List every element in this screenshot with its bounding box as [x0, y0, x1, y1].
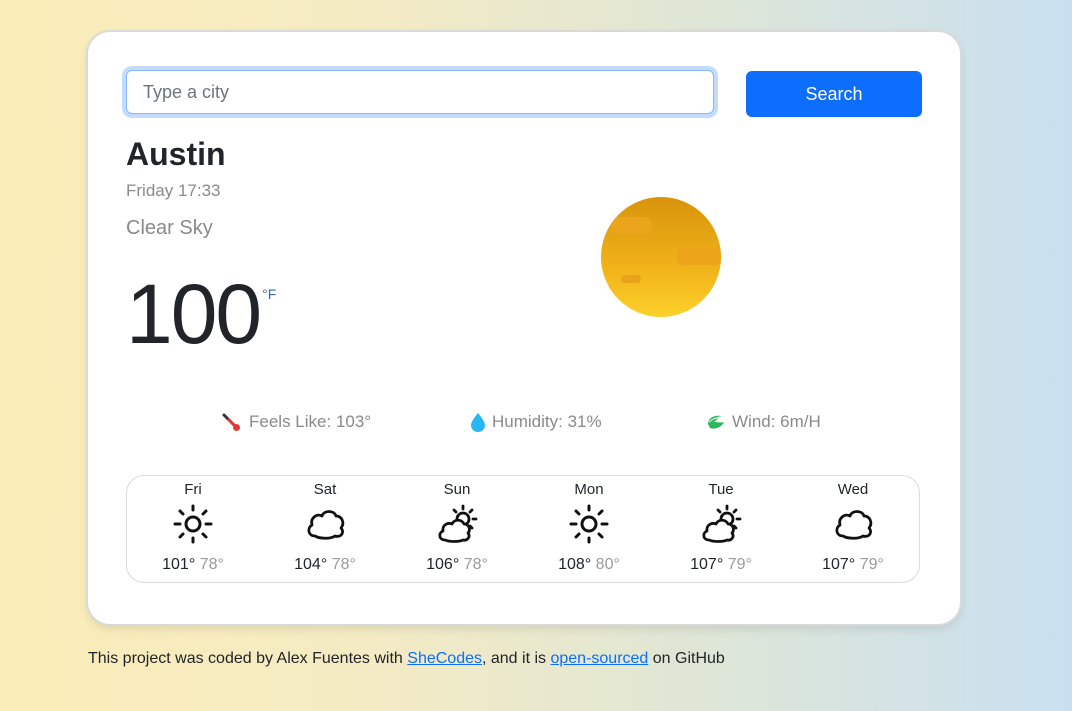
forecast-temps: 104° 78° — [294, 556, 356, 574]
forecast-day-name: Mon — [574, 481, 604, 498]
forecast-day-name: Wed — [837, 481, 869, 498]
leaf-wind-icon — [708, 415, 724, 429]
forecast-max: 108° — [558, 556, 592, 573]
wind-label: Wind: 6m/H — [732, 412, 821, 431]
temperature-unit[interactable]: °F — [262, 286, 276, 302]
forecast-day-name: Sun — [443, 481, 471, 498]
feels-like-label: Feels Like: 103° — [249, 412, 372, 431]
forecast-min: 78° — [463, 556, 488, 573]
city-search-input[interactable] — [126, 70, 714, 114]
forecast-day: Fri 101° 78° — [127, 476, 259, 582]
forecast-temps: 107° 79° — [690, 556, 752, 574]
forecast-day-name: Sat — [313, 481, 337, 498]
temperature-value: 100 — [126, 267, 262, 361]
forecast-day-name: Fri — [184, 481, 202, 498]
forecast-min: 78° — [199, 556, 224, 573]
forecast-min: 79° — [727, 556, 752, 573]
forecast-day-name: Tue — [708, 481, 734, 498]
current-temperature: 100 °F — [126, 272, 276, 356]
forecast-temps: 107° 79° — [822, 556, 884, 574]
github-link[interactable]: open-sourced — [550, 650, 648, 667]
footer-text: This project was coded by Alex Fuentes w… — [88, 650, 408, 667]
forecast-max: 104° — [294, 556, 328, 573]
forecast-max: 101° — [162, 556, 196, 573]
droplet-icon — [471, 413, 485, 432]
city-name: Austin — [126, 136, 226, 172]
sun-icon — [171, 502, 215, 546]
partly-cloudy-icon — [435, 502, 479, 546]
wind-stat: Wind: 6m/H — [706, 412, 821, 432]
forecast-day: Tue 107° 79° — [655, 476, 787, 582]
forecast-max: 106° — [426, 556, 460, 573]
forecast-min: 80° — [595, 556, 620, 573]
forecast-day: Sat 104° 78° — [259, 476, 391, 582]
humidity-stat: Humidity: 31% — [470, 412, 602, 432]
search-button[interactable]: Search — [746, 71, 922, 117]
forecast-max: 107° — [822, 556, 856, 573]
sun-icon — [567, 502, 611, 546]
footer: This project was coded by Alex Fuentes w… — [88, 650, 725, 668]
forecast-temps: 101° 78° — [162, 556, 224, 574]
shecodes-link[interactable]: SheCodes — [407, 650, 482, 667]
forecast-max: 107° — [690, 556, 724, 573]
forecast-min: 79° — [859, 556, 884, 573]
footer-text: , and it is — [481, 650, 551, 667]
thermometer-icon — [222, 413, 240, 431]
cloud-icon — [831, 502, 875, 546]
partly-cloudy-icon — [699, 502, 743, 546]
forecast-temps: 106° 78° — [426, 556, 488, 574]
forecast-temps: 108° 80° — [558, 556, 620, 574]
forecast-panel: Fri 101° 78° Sat 104° 78° Sun 106° 78° M… — [126, 475, 920, 583]
weather-description: Clear Sky — [126, 217, 213, 239]
footer-text: on GitHub — [648, 650, 725, 667]
clear-sky-sun-icon — [601, 197, 721, 317]
forecast-day: Wed 107° 79° — [787, 476, 919, 582]
cloud-icon — [303, 502, 347, 546]
forecast-min: 78° — [331, 556, 356, 573]
weather-card: Search Austin Friday 17:33 Clear Sky 100… — [88, 32, 960, 624]
forecast-day: Mon 108° 80° — [523, 476, 655, 582]
forecast-day: Sun 106° 78° — [391, 476, 523, 582]
current-datetime: Friday 17:33 — [126, 181, 221, 200]
humidity-label: Humidity: 31% — [492, 412, 602, 431]
feels-like-stat: Feels Like: 103° — [221, 412, 371, 432]
